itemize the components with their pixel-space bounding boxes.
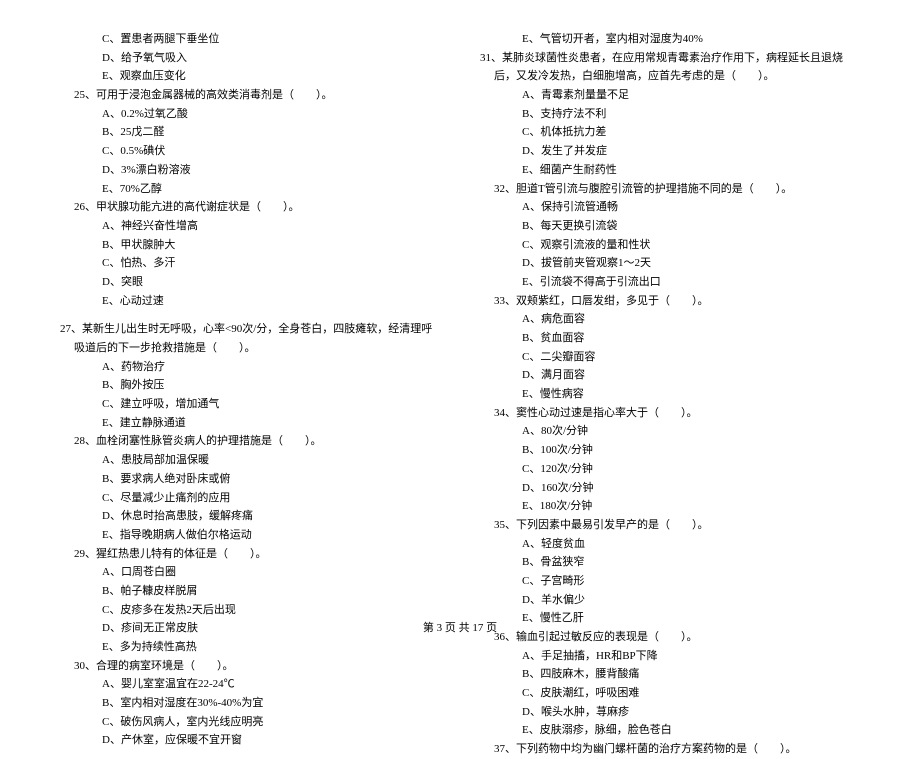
option: E、细菌产生耐药性 xyxy=(480,161,860,180)
question-29: 29、猩红热患儿特有的体征是（ ）。 xyxy=(60,545,440,564)
option: A、轻度贫血 xyxy=(480,535,860,554)
option: B、帕子糠皮样脱屑 xyxy=(60,582,440,601)
option: E、70%乙醇 xyxy=(60,180,440,199)
option: A、青霉素剂量量不足 xyxy=(480,86,860,105)
option: E、指导晚期病人做伯尔格运动 xyxy=(60,526,440,545)
option: B、室内相对湿度在30%-40%为宜 xyxy=(60,694,440,713)
option: C、观察引流液的量和性状 xyxy=(480,236,860,255)
question-37: 37、下列药物中均为幽门螺杆菌的治疗方案药物的是（ ）。 xyxy=(480,740,860,759)
option: E、引流袋不得高于引流出口 xyxy=(480,273,860,292)
option: C、0.5%碘伏 xyxy=(60,142,440,161)
option: B、骨盆狭窄 xyxy=(480,553,860,572)
option: D、3%漂白粉溶液 xyxy=(60,161,440,180)
question-30: 30、合理的病室环境是（ ）。 xyxy=(60,657,440,676)
question-25: 25、可用于浸泡金属器械的高效类消毒剂是（ ）。 xyxy=(60,86,440,105)
option: B、四肢麻木，腰背酸痛 xyxy=(480,665,860,684)
option: B、要求病人绝对卧床或俯 xyxy=(60,470,440,489)
option: B、胸外按压 xyxy=(60,376,440,395)
option: C、建立呼吸，增加通气 xyxy=(60,395,440,414)
question-28: 28、血栓闭塞性脉管炎病人的护理措施是（ ）。 xyxy=(60,432,440,451)
option: C、120次/分钟 xyxy=(480,460,860,479)
option: D、满月面容 xyxy=(480,366,860,385)
option: D、羊水偏少 xyxy=(480,591,860,610)
option: E、皮肤溺疹，脉细，脸色苍白 xyxy=(480,721,860,740)
option: E、慢性病容 xyxy=(480,385,860,404)
option: A、药物治疗 xyxy=(60,358,440,377)
option: E、气管切开者，室内相对湿度为40% xyxy=(480,30,860,49)
option: B、25戊二醛 xyxy=(60,123,440,142)
option: C、置患者两腿下垂坐位 xyxy=(60,30,440,49)
question-27: 27、某新生儿出生时无呼吸，心率<90次/分，全身苍白，四肢瘫软，经清理呼吸道后… xyxy=(60,320,440,357)
option: C、机体抵抗力差 xyxy=(480,123,860,142)
option: E、180次/分钟 xyxy=(480,497,860,516)
option: C、二尖瓣面容 xyxy=(480,348,860,367)
option: D、突眼 xyxy=(60,273,440,292)
option: D、喉头水肿，荨麻疹 xyxy=(480,703,860,722)
option: C、子宫畸形 xyxy=(480,572,860,591)
option: D、160次/分钟 xyxy=(480,479,860,498)
option: E、多为持续性高热 xyxy=(60,638,440,657)
option: A、0.2%过氧乙酸 xyxy=(60,105,440,124)
option: D、产休室，应保暖不宜开窗 xyxy=(60,731,440,750)
option: B、贫血面容 xyxy=(480,329,860,348)
option: A、口周苍白圈 xyxy=(60,563,440,582)
option: C、皮肤潮红，呼吸困难 xyxy=(480,684,860,703)
option: C、破伤风病人，室内光线应明亮 xyxy=(60,713,440,732)
option: B、每天更换引流袋 xyxy=(480,217,860,236)
page-footer: 第 3 页 共 17 页 xyxy=(0,619,920,635)
option: A、病危面容 xyxy=(480,310,860,329)
option: A、保持引流管通畅 xyxy=(480,198,860,217)
option: B、100次/分钟 xyxy=(480,441,860,460)
option: E、心动过速 xyxy=(60,292,440,311)
option: E、建立静脉通道 xyxy=(60,414,440,433)
option: A、患肢局部加温保暖 xyxy=(60,451,440,470)
option: B、甲状腺肿大 xyxy=(60,236,440,255)
option: C、皮疹多在发热2天后出现 xyxy=(60,601,440,620)
question-35: 35、下列因素中最易引发早产的是（ ）。 xyxy=(480,516,860,535)
question-31: 31、某肺炎球菌性炎患者，在应用常规青霉素治疗作用下，病程延长且退烧后，又发冷发… xyxy=(480,49,860,86)
option: C、尽量减少止痛剂的应用 xyxy=(60,489,440,508)
right-column: E、气管切开者，室内相对湿度为40% 31、某肺炎球菌性炎患者，在应用常规青霉素… xyxy=(480,30,860,759)
option: A、手足抽搐，HR和BP下降 xyxy=(480,647,860,666)
question-32: 32、胆道T管引流与腹腔引流管的护理措施不同的是（ ）。 xyxy=(480,180,860,199)
option: D、休息时抬高患肢，缓解疼痛 xyxy=(60,507,440,526)
option: C、怕热、多汗 xyxy=(60,254,440,273)
question-33: 33、双颊紫红，口唇发绀，多见于（ ）。 xyxy=(480,292,860,311)
option: D、给予氧气吸入 xyxy=(60,49,440,68)
option: A、神经兴奋性增高 xyxy=(60,217,440,236)
option: D、拔管前夹管观察1～2天 xyxy=(480,254,860,273)
question-34: 34、窦性心动过速是指心率大于（ ）。 xyxy=(480,404,860,423)
left-column: C、置患者两腿下垂坐位 D、给予氧气吸入 E、观察血压变化 25、可用于浸泡金属… xyxy=(60,30,440,759)
option: A、80次/分钟 xyxy=(480,422,860,441)
question-26: 26、甲状腺功能亢进的高代谢症状是（ ）。 xyxy=(60,198,440,217)
option: A、婴儿室室温宜在22-24℃ xyxy=(60,675,440,694)
option: B、支持疗法不利 xyxy=(480,105,860,124)
option: D、发生了并发症 xyxy=(480,142,860,161)
option: E、观察血压变化 xyxy=(60,67,440,86)
